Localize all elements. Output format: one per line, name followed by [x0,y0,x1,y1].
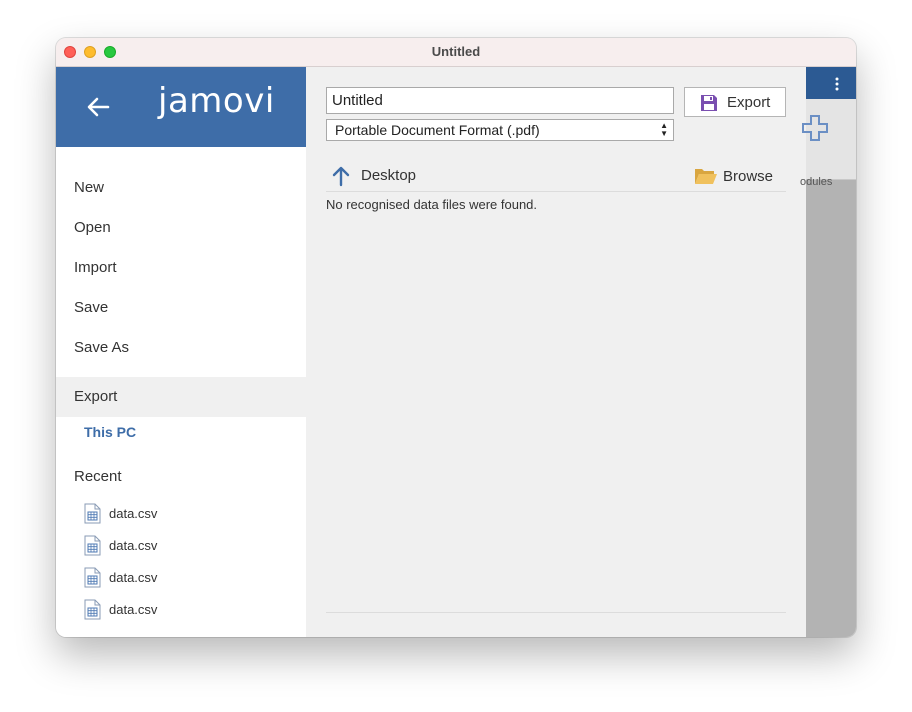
recent-file-name: data.csv [109,506,158,521]
empty-files-message: No recognised data files were found. [326,197,538,212]
export-button[interactable]: Export [684,87,786,117]
floppy-disk-icon [701,95,717,111]
background-toolbar: odules [800,99,856,188]
window-title: Untitled [431,44,481,59]
spreadsheet-file-icon [84,535,101,556]
back-arrow-icon[interactable] [82,91,114,123]
recent-heading: Recent [74,468,122,485]
folder-open-icon [695,169,717,184]
export-button-label: Export [727,94,771,111]
format-select[interactable]: Portable Document Format (.pdf) ▲ ▼ [326,119,674,141]
browse-button[interactable]: Browse [694,165,774,189]
format-select-value: Portable Document Format (.pdf) [335,122,540,138]
menu-item-save[interactable]: Save [56,288,306,328]
browse-button-label: Browse [723,168,774,185]
filename-input[interactable] [326,87,674,114]
recent-file-name: data.csv [109,570,158,585]
menu-item-import[interactable]: Import [56,248,306,288]
current-path-label: Desktop [361,167,417,184]
export-panel: Export Portable Document Format (.pdf) ▲… [306,67,806,637]
export-location-this-pc[interactable]: This PC [84,424,136,440]
spreadsheet-file-icon [84,503,101,524]
select-arrows-icon: ▲ ▼ [660,121,668,138]
brand-header: jamovi [56,67,306,147]
spreadsheet-file-icon [84,599,101,620]
divider [326,612,786,613]
spreadsheet-file-icon [84,567,101,588]
recent-file-name: data.csv [109,602,158,617]
title-bar: Untitled [56,38,856,67]
jamovi-logo: jamovi [158,81,275,121]
app-window: Untitled jamovi New Open Import Save Sav… [56,38,856,637]
menu-item-open[interactable]: Open [56,208,306,248]
up-arrow-icon[interactable] [330,165,352,187]
menu-item-save-as[interactable]: Save As [56,328,306,368]
file-menu-sidebar: jamovi New Open Import Save Save As Expo… [56,67,306,637]
background-header [806,67,856,99]
background-app-area: odules [800,67,856,637]
path-bar: Desktop Browse [326,161,786,192]
recent-file-name: data.csv [109,538,158,553]
menu-item-export[interactable]: Export [56,377,306,417]
modules-plus-icon[interactable] [802,115,828,141]
more-options-icon[interactable] [834,76,840,92]
menu-item-new[interactable]: New [56,168,306,208]
modules-label: odules [800,176,833,188]
